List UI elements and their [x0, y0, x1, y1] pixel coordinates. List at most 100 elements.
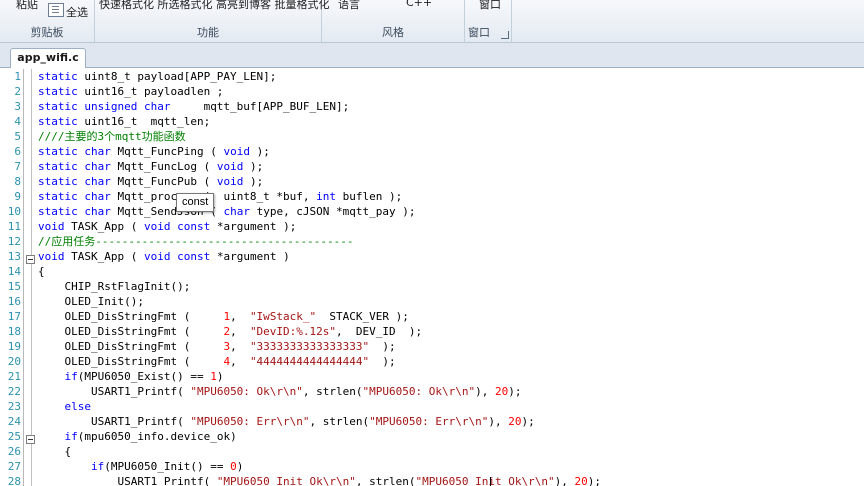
autocomplete-tooltip: const: [176, 193, 215, 212]
code-token: ////主要的3个mqtt功能函数: [38, 130, 186, 143]
code-token: , DEV_ID );: [336, 325, 423, 338]
code-line[interactable]: static char Mqtt_FuncPub ( void );: [38, 174, 864, 189]
fold-collapse-icon[interactable]: [26, 435, 35, 444]
code-token: (mpu6050_info.device_ok): [77, 430, 237, 443]
line-number: 23: [7, 400, 21, 413]
code-token: static char: [38, 205, 118, 218]
code-line[interactable]: USART1_Printf( "MPU6050: Err\r\n", strle…: [38, 414, 864, 429]
text-caret: [490, 477, 491, 486]
code-token: "MPU6050 Init Ok\r\n": [415, 475, 555, 486]
line-number: 8: [14, 175, 21, 188]
code-token: , strlen(: [355, 475, 416, 486]
code-token: Mqtt_FuncLog (: [117, 160, 217, 173]
code-token: USART1_Printf(: [38, 385, 191, 398]
code-line[interactable]: OLED_DisStringFmt ( 4, "4444444444444444…: [38, 354, 864, 369]
code-line[interactable]: static uint16_t mqtt_len;: [38, 114, 864, 129]
code-line[interactable]: void TASK_App ( void const *argument ): [38, 249, 864, 264]
code-token: USART1_Printf(: [38, 415, 191, 428]
code-token: USART1_Printf(: [38, 475, 217, 486]
code-editor[interactable]: 1 2 3 4 5 6 7 8 9 10 11 12 13 14 15 16 17 18 19 20 21 22 23 24 2…: [0, 69, 864, 486]
code-token: TASK_App (: [71, 220, 144, 233]
tab-app-wifi[interactable]: app_wifi.c: [10, 48, 86, 68]
code-line[interactable]: static char Mqtt_FuncLog ( void );: [38, 159, 864, 174]
line-number: 6: [14, 145, 21, 158]
clipboard-group-title: 剪贴板: [30, 26, 64, 39]
code-token: "IwStack_": [249, 310, 317, 323]
code-token: void: [223, 145, 250, 158]
code-token: Mqtt_FuncPub (: [117, 175, 217, 188]
code-line[interactable]: {: [38, 264, 864, 279]
line-number: 5: [14, 130, 21, 143]
fold-margin: [26, 69, 38, 486]
line-number-gutter: 1 2 3 4 5 6 7 8 9 10 11 12 13 14 15 16 17 18 19 20 21 22 23 24 2…: [0, 69, 24, 486]
line-number: 2: [14, 85, 21, 98]
code-line[interactable]: //应用任务----------------------------------…: [38, 234, 864, 249]
code-line[interactable]: OLED_DisStringFmt ( 1, "IwStack_" STACK_…: [38, 309, 864, 324]
code-token: void: [216, 160, 244, 173]
code-token: uint16_t mqtt_len;: [84, 115, 211, 128]
style-group-title: 风格: [382, 26, 404, 39]
code-token: else: [64, 400, 92, 413]
code-token: {: [38, 445, 72, 458]
code-line[interactable]: static char Mqtt_FuncPing ( void );: [38, 144, 864, 159]
code-token: "MPU6050: Err\r\n": [190, 415, 310, 428]
code-token: if: [64, 370, 78, 383]
code-line[interactable]: if(mpu6050_info.device_ok): [38, 429, 864, 444]
code-token: TASK_App (: [71, 250, 144, 263]
code-line[interactable]: {: [38, 444, 864, 459]
code-token: static char: [38, 190, 118, 203]
code-line[interactable]: USART1_Printf( "MPU6050 Init Ok\r\n", st…: [38, 474, 864, 486]
code-token: static: [38, 70, 85, 83]
code-token: static: [38, 115, 85, 128]
code-token: OLED_DisStringFmt (: [38, 355, 224, 368]
code-line[interactable]: else: [38, 399, 864, 414]
line-number: 12: [7, 235, 21, 248]
code-area[interactable]: static uint8_t payload[APP_PAY_LEN]; stat…: [38, 69, 864, 486]
code-token: 20: [508, 415, 522, 428]
code-token: Mqtt_process ( uint8_t *buf,: [117, 190, 317, 203]
line-number: 19: [7, 340, 21, 353]
code-line[interactable]: if(MPU6050_Init() == 0): [38, 459, 864, 474]
line-number: 1: [14, 70, 21, 83]
code-line[interactable]: void TASK_App ( void const *argument );: [38, 219, 864, 234]
code-token: {: [38, 265, 45, 278]
code-line[interactable]: static unsigned char mqtt_buf[APP_BUF_LE…: [38, 99, 864, 114]
code-token: char: [223, 205, 250, 218]
code-line[interactable]: static uint16_t payloadlen ;: [38, 84, 864, 99]
language-dropdown[interactable]: 语言: [338, 0, 360, 12]
code-line[interactable]: CHIP_RstFlagInit();: [38, 279, 864, 294]
code-token: (MPU6050_Exist() ==: [77, 370, 211, 383]
code-line[interactable]: static uint8_t payload[APP_PAY_LEN];: [38, 69, 864, 84]
ribbon: 粘贴 全选 剪贴板 快速格式化 所选格式化 高亮到博客 批量格式化 功能 语言 …: [0, 0, 864, 43]
cpp-button[interactable]: C++: [406, 0, 432, 9]
code-token: , strlen(: [302, 385, 363, 398]
code-line[interactable]: OLED_DisStringFmt ( 3, "3333333333333333…: [38, 339, 864, 354]
window-button[interactable]: 窗口: [479, 0, 501, 12]
code-token: int: [316, 190, 337, 203]
code-token: );: [249, 145, 270, 158]
select-all-button[interactable]: 全选: [66, 4, 88, 20]
code-line[interactable]: ////主要的3个mqtt功能函数: [38, 129, 864, 144]
code-line[interactable]: OLED_Init();: [38, 294, 864, 309]
format-buttons[interactable]: 快速格式化 所选格式化 高亮到博客 批量格式化: [99, 0, 330, 12]
fold-collapse-icon[interactable]: [26, 255, 35, 264]
code-line[interactable]: static char Mqtt_SendJson ( char type, c…: [38, 204, 864, 219]
code-token: *argument ): [210, 250, 290, 263]
code-line[interactable]: USART1_Printf( "MPU6050: Ok\r\n", strlen…: [38, 384, 864, 399]
window-group: 窗口 窗口: [465, 0, 512, 42]
line-number: 10: [7, 205, 21, 218]
code-line[interactable]: OLED_DisStringFmt ( 2, "DevID:%.12s", DE…: [38, 324, 864, 339]
paste-button[interactable]: 粘贴: [16, 0, 38, 12]
code-line[interactable]: if(MPU6050_Exist() == 1): [38, 369, 864, 384]
code-token: OLED_DisStringFmt (: [38, 325, 224, 338]
code-token: ),: [554, 475, 575, 486]
code-token: //应用任务----------------------------------…: [38, 235, 354, 248]
line-number: 28: [7, 475, 21, 486]
line-number: 15: [7, 280, 21, 293]
dialog-launcher-icon[interactable]: [501, 31, 509, 39]
line-number: 4: [14, 115, 21, 128]
line-number: 11: [7, 220, 21, 233]
code-line[interactable]: static char Mqtt_process ( uint8_t *buf,…: [38, 189, 864, 204]
